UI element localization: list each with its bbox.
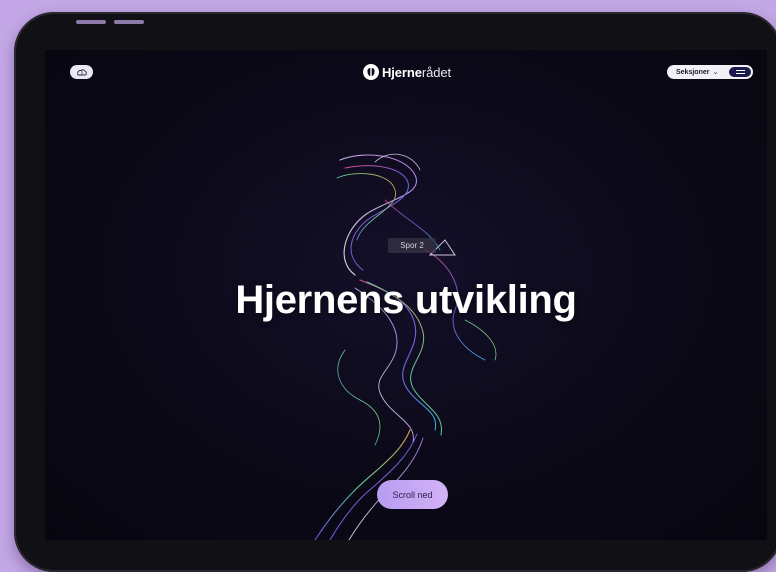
sections-label: Seksjoner (676, 68, 710, 76)
brand-logo[interactable]: Hjernerådet (363, 63, 451, 81)
brand-name-bold: Hjerne (382, 64, 422, 80)
brain-nav-button[interactable] (70, 65, 93, 79)
brand-name-light: rådet (421, 64, 452, 80)
screen: Hjernerådet Seksjoner ⌄ Spor 2 Hjernens … (45, 50, 767, 540)
track-tag: Spor 2 (388, 238, 436, 253)
hamburger-menu-icon (735, 72, 745, 74)
brand-name: Hjernerådet (382, 65, 451, 80)
tablet-frame: Hjernerådet Seksjoner ⌄ Spor 2 Hjernens … (14, 12, 776, 572)
volume-button (114, 20, 144, 24)
page-title: Hjernens utvikling (235, 278, 577, 322)
volume-button (76, 20, 106, 24)
sections-dropdown[interactable]: Seksjoner ⌄ (667, 65, 753, 79)
chevron-down-icon: ⌄ (712, 69, 719, 76)
brain-logo-icon (363, 64, 379, 80)
hamburger-menu-button[interactable] (729, 67, 751, 77)
hamburger-menu-icon (735, 70, 745, 72)
scroll-down-button[interactable]: Scroll ned (377, 480, 448, 509)
brain-icon (76, 68, 87, 75)
